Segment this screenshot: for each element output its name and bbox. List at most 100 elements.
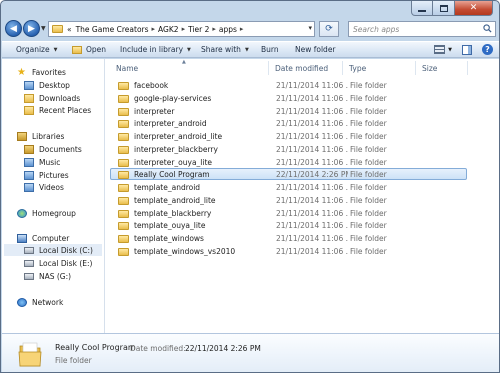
file-date: 21/11/2014 11:06 ...: [276, 209, 348, 218]
nav-downloads[interactable]: Downloads: [24, 92, 80, 104]
maximize-button[interactable]: [433, 1, 455, 16]
nav-music[interactable]: Music: [24, 156, 60, 168]
breadcrumb-item[interactable]: The Game Creators: [76, 25, 149, 34]
file-row[interactable]: interpreter_blackberry 21/11/2014 11:06 .…: [110, 143, 466, 155]
nav-libraries[interactable]: Libraries: [17, 130, 64, 142]
include-in-library-label: Include in library: [120, 45, 184, 54]
nav-nas-g[interactable]: NAS (G:): [24, 270, 71, 282]
minimize-button[interactable]: [411, 1, 433, 16]
nav-network[interactable]: Network: [17, 296, 63, 308]
file-name: facebook: [134, 81, 169, 90]
share-with-label: Share with: [201, 45, 241, 54]
nav-label: Favorites: [32, 67, 66, 77]
recent-pages-dropdown[interactable]: ▼: [41, 25, 46, 32]
file-type: File folder: [350, 81, 387, 90]
organize-button[interactable]: Organize ▼: [16, 45, 57, 54]
nav-local-disk-c[interactable]: Local Disk (C:): [4, 244, 102, 256]
nav-computer[interactable]: Computer: [17, 232, 69, 244]
search-icon[interactable]: [483, 24, 492, 33]
file-row-selected[interactable]: Really Cool Program 22/11/2014 2:26 PM Fil…: [110, 168, 467, 180]
breadcrumb-separator-icon[interactable]: ▸: [182, 25, 186, 33]
refresh-button[interactable]: ⟳: [319, 21, 339, 37]
breadcrumb-item[interactable]: Tier 2: [188, 25, 209, 34]
column-header-type[interactable]: Type: [343, 61, 416, 75]
forward-button[interactable]: ▶: [23, 20, 40, 37]
open-button[interactable]: Open: [72, 45, 106, 54]
music-icon: [24, 157, 34, 167]
breadcrumb-item[interactable]: AGK2: [158, 25, 179, 34]
file-row[interactable]: template_windows 21/11/2014 11:06 ... File…: [110, 232, 466, 244]
share-with-button[interactable]: Share with ▼: [201, 45, 249, 54]
file-date: 22/11/2014 2:26 PM: [276, 170, 348, 179]
file-type: File folder: [350, 132, 387, 141]
file-row[interactable]: template_android 21/11/2014 11:06 ... File…: [110, 181, 466, 193]
nav-local-disk-e[interactable]: Local Disk (E:): [24, 257, 92, 269]
file-row[interactable]: interpreter_ouya_lite 21/11/2014 11:06 ..…: [110, 156, 466, 168]
back-button[interactable]: ◀: [5, 20, 22, 37]
breadcrumb-separator-icon[interactable]: ▸: [240, 25, 244, 33]
nav-documents[interactable]: Documents: [24, 143, 82, 155]
nav-label: Libraries: [32, 131, 65, 141]
file-date: 21/11/2014 11:06 ...: [276, 247, 348, 256]
folder-icon: [118, 133, 129, 141]
nav-favorites[interactable]: ★ Favorites: [17, 66, 66, 78]
file-type: File folder: [350, 221, 387, 230]
nav-label: Computer: [32, 233, 70, 243]
file-row[interactable]: template_blackberry 21/11/2014 11:06 ... F…: [110, 207, 466, 219]
network-icon: [17, 297, 27, 307]
file-name: interpreter_ouya_lite: [134, 158, 213, 167]
burn-label: Burn: [261, 45, 279, 54]
file-row[interactable]: template_android_lite 21/11/2014 11:06 ..…: [110, 194, 466, 206]
help-icon[interactable]: ?: [482, 44, 493, 55]
file-date: 21/11/2014 11:06 ...: [276, 132, 348, 141]
column-header-name[interactable]: Name ▲: [110, 59, 269, 75]
file-list: Name ▲ Date modified Type Size facebook 2…: [106, 59, 499, 333]
address-bar[interactable]: « The Game Creators ▸ AGK2 ▸ Tier 2 ▸ ap…: [48, 21, 315, 37]
include-in-library-button[interactable]: Include in library ▼: [120, 45, 191, 54]
address-history-dropdown[interactable]: ▾: [308, 24, 312, 32]
close-button[interactable]: ✕: [455, 1, 493, 16]
file-row[interactable]: interpreter 21/11/2014 11:06 ... File fold…: [110, 105, 466, 117]
file-name: template_blackberry: [134, 209, 212, 218]
file-date: 21/11/2014 11:06 ...: [276, 81, 348, 90]
folder-icon: [118, 146, 129, 154]
nav-desktop[interactable]: Desktop: [24, 79, 70, 91]
view-controls: ▼ ?: [434, 44, 493, 55]
nav-recent-places[interactable]: Recent Places: [24, 104, 91, 116]
nav-label: Homegroup: [32, 208, 76, 218]
breadcrumb-separator-icon[interactable]: ▸: [152, 25, 156, 33]
file-row[interactable]: google-play-services 21/11/2014 11:06 ...…: [110, 92, 466, 104]
file-name: interpreter: [134, 107, 175, 116]
hard-drive-icon: [24, 246, 34, 254]
folder-icon: [118, 95, 129, 103]
address-row: ◀ ▶ ▼ « The Game Creators ▸ AGK2 ▸ Tier …: [1, 17, 499, 41]
file-row[interactable]: facebook 21/11/2014 11:06 ... File folder: [110, 79, 466, 91]
burn-button[interactable]: Burn: [261, 45, 279, 54]
file-type: File folder: [350, 94, 387, 103]
column-header-size[interactable]: Size: [416, 61, 468, 75]
breadcrumb-item[interactable]: apps: [219, 25, 237, 34]
nav-pictures[interactable]: Pictures: [24, 169, 69, 181]
column-label: Date modified: [275, 63, 329, 73]
change-view-button[interactable]: ▼: [434, 45, 452, 54]
column-header-date-modified[interactable]: Date modified: [269, 61, 343, 75]
search-input[interactable]: Search apps: [348, 21, 496, 37]
file-row[interactable]: template_ouya_lite 21/11/2014 11:06 ... Fi…: [110, 219, 466, 231]
main-area: ★ Favorites Desktop Downloads Recent Plac…: [2, 59, 499, 333]
new-folder-button[interactable]: New folder: [295, 45, 336, 54]
nav-videos[interactable]: Videos: [24, 181, 64, 193]
file-row[interactable]: interpreter_android_lite 21/11/2014 11:06…: [110, 130, 466, 142]
arrow-left-icon: ◀: [10, 23, 17, 34]
file-row[interactable]: template_windows_vs2010 21/11/2014 11:06 …: [110, 245, 466, 257]
refresh-icon: ⟳: [325, 24, 333, 34]
preview-pane-icon[interactable]: [462, 44, 472, 55]
file-type: File folder: [350, 145, 387, 154]
details-date-value: 22/11/2014 2:26 PM: [185, 344, 261, 353]
details-file-type: File folder: [55, 356, 92, 365]
file-date: 21/11/2014 11:06 ...: [276, 94, 348, 103]
breadcrumb-separator-icon[interactable]: ▸: [212, 25, 216, 33]
file-row[interactable]: interpreter_android 21/11/2014 11:06 ... F…: [110, 117, 466, 129]
nav-homegroup[interactable]: Homegroup: [17, 207, 76, 219]
breadcrumb-overflow[interactable]: «: [67, 25, 72, 34]
file-type: File folder: [350, 183, 387, 192]
